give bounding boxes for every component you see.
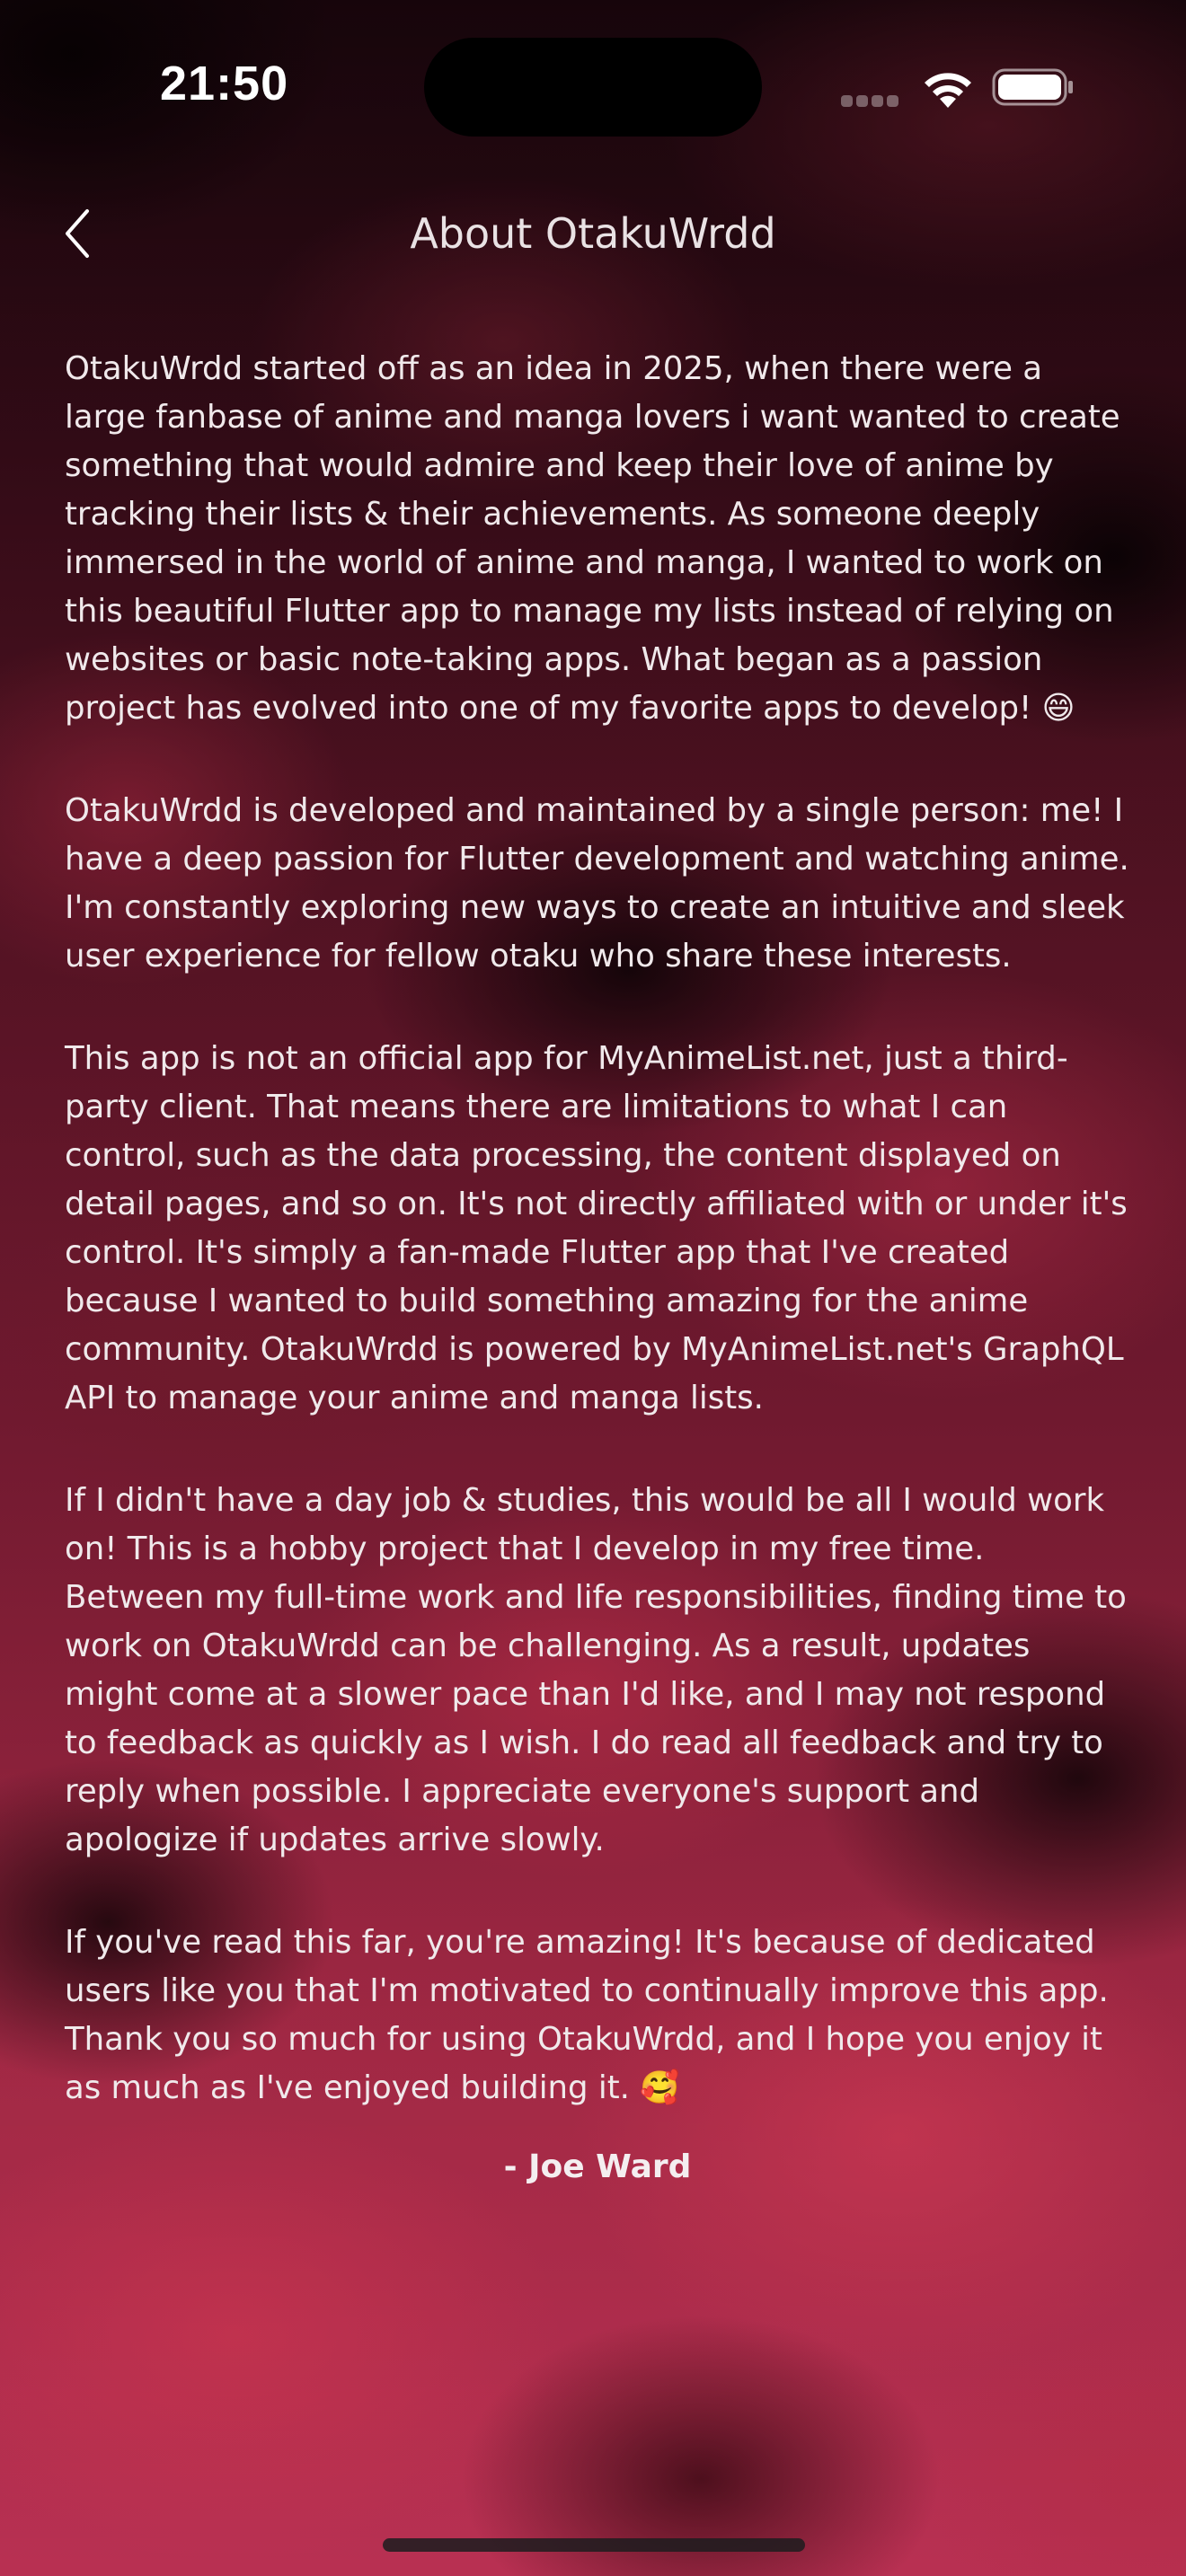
status-bar: 21:50 (0, 0, 1186, 171)
about-paragraph: OtakuWrdd started off as an idea in 2025… (65, 350, 1120, 727)
about-content: OtakuWrdd started off as an idea in 2025… (65, 345, 1130, 2192)
about-paragraph: If I didn't have a day job & studies, th… (65, 1482, 1127, 1858)
status-time: 21:50 (160, 57, 289, 110)
about-paragraph: OtakuWrdd is developed and maintained by… (65, 792, 1129, 975)
home-indicator[interactable] (383, 2538, 805, 2552)
cellular-signal-icon (841, 93, 902, 107)
about-paragraph: This app is not an official app for MyAn… (65, 1040, 1128, 1416)
wifi-icon (920, 65, 976, 110)
dynamic-island (424, 38, 762, 137)
page-title: About OtakuWrdd (410, 209, 776, 258)
about-paragraph: If you've read this far, you're amazing!… (65, 1924, 1109, 2106)
author-signature: - Joe Ward (503, 2148, 692, 2185)
battery-icon (992, 66, 1075, 108)
